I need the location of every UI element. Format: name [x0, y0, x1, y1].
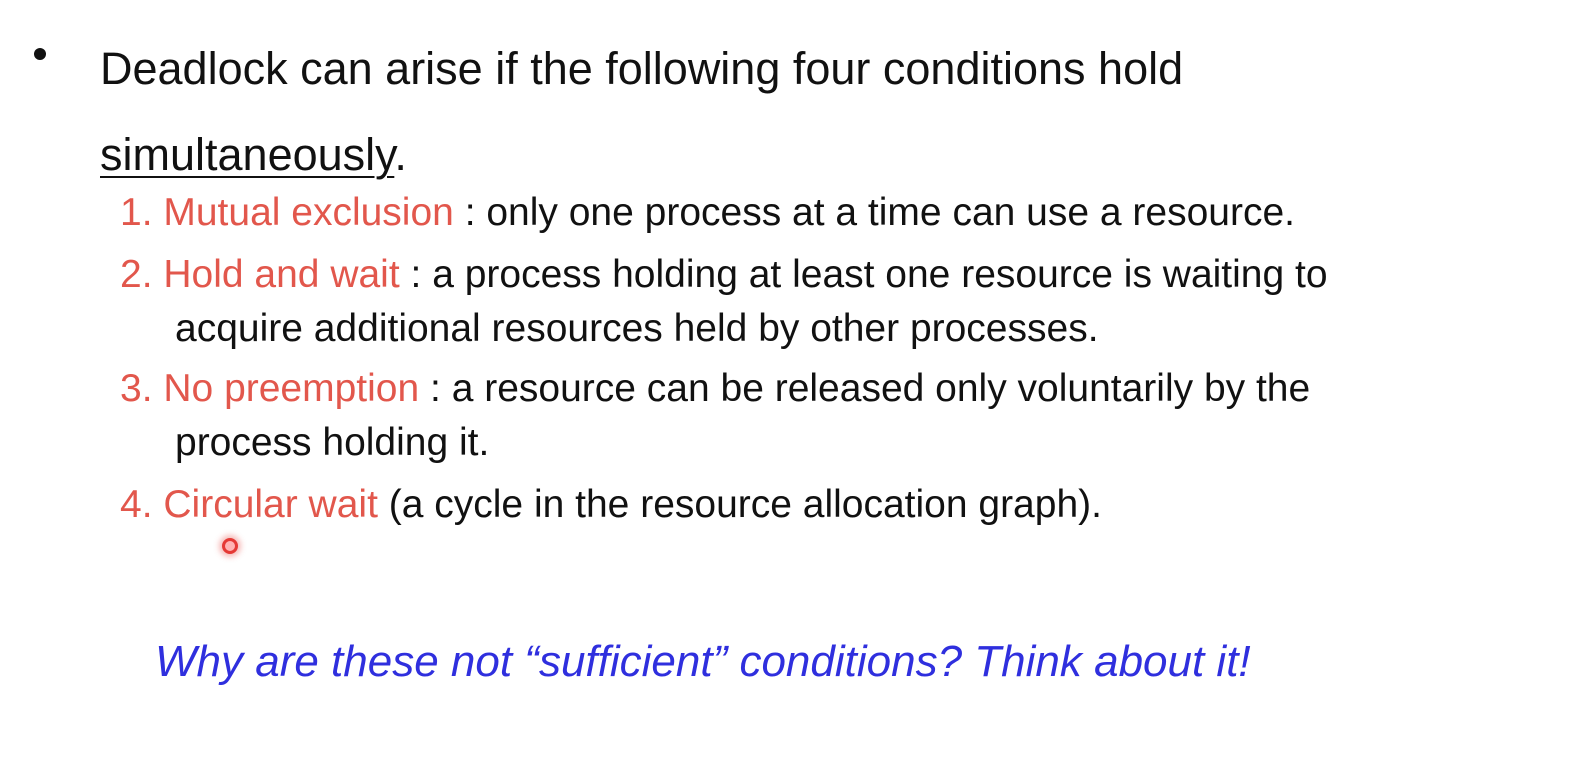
condition-number: 4. — [120, 483, 153, 526]
condition-number: 3. — [120, 367, 153, 410]
condition-term: No preemption — [163, 367, 420, 410]
condition-line: 4. Circular wait (a cycle in the resourc… — [120, 478, 1102, 532]
condition-term: Circular wait — [163, 483, 378, 526]
bullet-period: . — [394, 129, 407, 180]
question-text: Why are these not “sufficient” condition… — [155, 637, 1251, 686]
bullet-dot-icon — [34, 48, 46, 60]
condition-item-hold-and-wait: 2. Hold and wait : a process holding at … — [120, 248, 1328, 356]
condition-description-continued: process holding it. — [175, 421, 490, 464]
condition-item-no-preemption: 3. No preemption : a resource can be rel… — [120, 362, 1310, 470]
condition-description: : a resource can be released only volunt… — [419, 367, 1311, 410]
underlined-word: simultaneously — [100, 129, 395, 180]
condition-description: (a cycle in the resource allocation grap… — [377, 483, 1102, 526]
condition-number: 1. — [120, 191, 153, 234]
condition-description: : only one process at a time can use a r… — [453, 191, 1295, 234]
bullet-text-lead: Deadlock can arise if the following four… — [100, 43, 1184, 94]
condition-number: 2. — [120, 253, 153, 296]
condition-term: Hold and wait — [163, 253, 400, 296]
condition-line: 1. Mutual exclusion : only one process a… — [120, 186, 1295, 240]
bullet-text: Deadlock can arise if the following four… — [100, 26, 1500, 198]
condition-item-mutual-exclusion: 1. Mutual exclusion : only one process a… — [120, 186, 1295, 240]
condition-line: 2. Hold and wait : a process holding at … — [120, 248, 1328, 302]
condition-description: : a process holding at least one resourc… — [399, 253, 1328, 296]
condition-term: Mutual exclusion — [163, 191, 454, 234]
slide: Deadlock can arise if the following four… — [0, 0, 1576, 762]
condition-description-continued: acquire additional resources held by oth… — [175, 307, 1099, 350]
condition-line: 3. No preemption : a resource can be rel… — [120, 362, 1310, 416]
condition-item-circular-wait: 4. Circular wait (a cycle in the resourc… — [120, 478, 1102, 532]
laser-pointer-icon — [222, 538, 238, 554]
